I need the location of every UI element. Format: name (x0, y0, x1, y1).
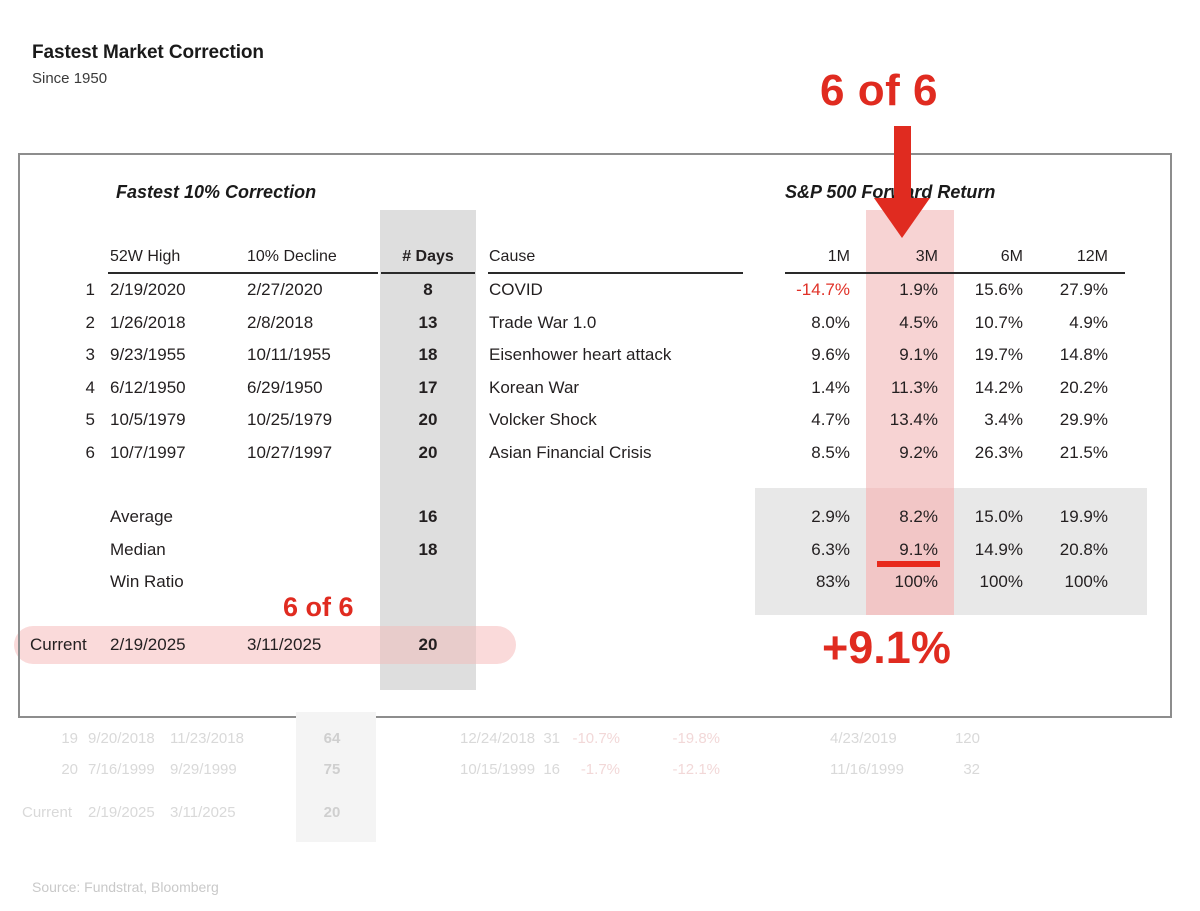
cell-52w-high: 6/12/1950 (110, 377, 186, 397)
column-header-12m: 12M (1076, 248, 1108, 265)
current-row-days: 20 (418, 635, 438, 654)
column-header-rule (108, 272, 378, 274)
summary-return-12m: 100% (1064, 572, 1108, 591)
row-index: 4 (85, 377, 95, 397)
cell-days: 18 (418, 345, 438, 364)
ghost-cell-10-decline: 9/29/1999 (170, 761, 237, 778)
cell-52w-high: 9/23/1955 (110, 345, 186, 364)
current-row-label: Current (30, 635, 87, 654)
row-index: 6 (85, 442, 95, 462)
cell-cause: Trade War 1.0 (489, 312, 597, 332)
ghost-cell-52w-high: 9/20/2018 (88, 730, 155, 747)
current-row-52w-high: 2/19/2025 (110, 635, 186, 654)
ghost-current-days: 20 (323, 804, 341, 821)
summary-label: Average (110, 507, 174, 526)
cell-52w-high: 1/26/2018 (110, 312, 186, 332)
down-arrow-icon-shaft (894, 126, 911, 206)
column-header-days: # Days (402, 248, 454, 265)
result-callout-plus-9-1-percent: +9.1% (822, 622, 951, 673)
ghost-cell-count-6: 32 (963, 761, 980, 778)
cell-cause: Eisenhower heart attack (489, 345, 672, 364)
cell-days: 13 (418, 312, 438, 332)
cell-days: 8 (423, 280, 433, 299)
cell-return-12m: 20.2% (1059, 377, 1108, 397)
cell-days: 20 (418, 442, 438, 462)
cell-10-decline: 2/8/2018 (247, 312, 314, 332)
row-index: 3 (85, 345, 95, 364)
page-subtitle: Since 1950 (32, 70, 108, 87)
cell-cause: COVID (489, 280, 543, 299)
column-header-rule (785, 272, 1125, 274)
column-header-cause: Cause (489, 248, 536, 265)
mid-callout-6-of-6: 6 of 6 (283, 592, 354, 622)
title-block: Fastest Market Correction Since 1950 (32, 42, 264, 87)
faded-background-table: 19 9/20/2018 11/23/2018 64 12/24/2018 31 -10.7… (0, 712, 1200, 842)
cell-cause: Volcker Shock (489, 410, 597, 429)
cell-return-12m: 21.5% (1059, 442, 1108, 462)
main-panel-border (18, 153, 1172, 718)
left-section-title: Fastest 10% Correction (116, 182, 317, 202)
cell-10-decline: 2/27/2020 (247, 280, 323, 299)
ghost-cell-days: 75 (323, 761, 341, 778)
cell-10-decline: 10/11/1955 (247, 345, 331, 364)
ghost-cell-52w-high: 7/16/1999 (88, 761, 155, 778)
column-header-rule (381, 272, 475, 274)
ghost-current-10-decline: 3/11/2025 (170, 804, 236, 821)
cell-10-decline: 10/25/1979 (247, 410, 333, 429)
cell-52w-high: 10/7/1997 (110, 442, 186, 462)
cell-return-12m: 27.9% (1059, 280, 1108, 299)
row-index: 1 (85, 280, 95, 299)
cell-return-12m: 14.8% (1059, 345, 1108, 364)
summary-return-12m: 20.8% (1059, 539, 1108, 559)
ghost-cell-pct-2: -12.1% (672, 761, 720, 778)
cell-days: 17 (418, 377, 438, 397)
current-row-10-decline: 3/11/2025 (247, 635, 322, 654)
summary-label: Win Ratio (110, 572, 184, 591)
source-note: Source: Fundstrat, Bloomberg (32, 879, 219, 895)
down-arrow-icon-head (874, 198, 930, 238)
top-callout-6-of-6: 6 of 6 (820, 66, 938, 115)
ghost-row-index: 19 (61, 730, 78, 747)
cell-10-decline: 10/27/1997 (247, 442, 333, 462)
ghost-cell-10-decline: 11/23/2018 (170, 730, 244, 747)
row-index: 2 (85, 312, 95, 332)
cell-days: 20 (418, 410, 438, 429)
ghost-cell-days: 64 (323, 730, 341, 747)
ghost-row-index: 20 (61, 761, 78, 778)
cell-return-12m: 29.9% (1059, 410, 1108, 429)
column-header-52w-high: 52W High (110, 248, 181, 265)
summary-label: Median (110, 539, 166, 559)
cell-52w-high: 10/5/1979 (110, 410, 186, 429)
ghost-current-label: Current (22, 804, 73, 821)
column-header-rule (488, 272, 743, 274)
cell-cause: Korean War (489, 377, 580, 397)
ghost-current-52w-high: 2/19/2025 (88, 804, 155, 821)
ghost-cell-count-6: 120 (954, 730, 980, 747)
row-index: 5 (85, 410, 95, 429)
cell-cause: Asian Financial Crisis (489, 442, 652, 462)
cell-10-decline: 6/29/1950 (247, 377, 323, 397)
cell-52w-high: 2/19/2020 (110, 280, 186, 299)
summary-days: 18 (418, 539, 438, 559)
summary-days: 16 (418, 507, 438, 526)
median-3m-underline (877, 561, 940, 567)
page-title: Fastest Market Correction (32, 42, 264, 63)
ghost-cell-pct-2: -19.8% (672, 730, 720, 747)
cell-return-12m: 4.9% (1069, 312, 1108, 332)
column-header-10-decline: 10% Decline (247, 248, 337, 265)
summary-return-12m: 19.9% (1059, 507, 1108, 526)
